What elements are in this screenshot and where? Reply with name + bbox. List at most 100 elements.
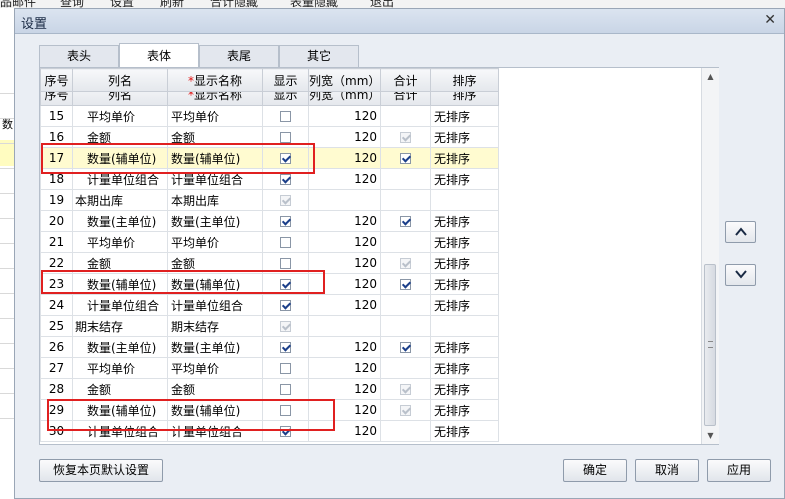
cell-width[interactable]: 120 xyxy=(308,168,381,190)
cell-width[interactable]: 120 xyxy=(308,105,381,127)
bg-menu-item[interactable]: 合计隐藏 xyxy=(210,0,258,8)
show-checkbox[interactable] xyxy=(280,300,291,311)
table-row[interactable]: 21 平均单价 平均单价 120 无排序 xyxy=(40,231,499,253)
cell-sort[interactable]: 无排序 xyxy=(430,399,499,421)
cell-sort[interactable]: 无排序 xyxy=(430,294,499,316)
table-row[interactable]: 28 金额 金额 120 无排序 xyxy=(40,378,499,400)
table-row[interactable]: 22 金额 金额 120 无排序 xyxy=(40,252,499,274)
cell-sort[interactable]: 无排序 xyxy=(430,273,499,295)
total-checkbox[interactable] xyxy=(400,279,411,290)
show-checkbox[interactable] xyxy=(280,132,291,143)
table-row[interactable]: 15 平均单价 平均单价 120 无排序 xyxy=(40,105,499,127)
show-checkbox[interactable] xyxy=(280,342,291,353)
col-header-width-sticky[interactable]: 列宽（mm） xyxy=(308,68,381,92)
cell-sort[interactable] xyxy=(430,315,499,337)
cell-display-name[interactable]: 平均单价 xyxy=(167,105,263,127)
cell-display-name[interactable]: 金额 xyxy=(167,378,263,400)
cell-sort[interactable]: 无排序 xyxy=(430,105,499,127)
scroll-up-arrow-icon[interactable]: ▲ xyxy=(702,68,719,85)
show-checkbox[interactable] xyxy=(280,258,291,269)
scroll-thumb[interactable] xyxy=(704,264,716,426)
move-up-button[interactable] xyxy=(725,221,756,243)
cell-display-name[interactable]: 数量(辅单位) xyxy=(167,273,263,295)
show-checkbox[interactable] xyxy=(280,237,291,248)
col-header-seq-sticky[interactable]: 序号 xyxy=(40,68,73,92)
table-row[interactable]: 26 数量(主单位) 数量(主单位) 120 无排序 xyxy=(40,336,499,358)
cell-display-name[interactable]: 数量(主单位) xyxy=(167,210,263,232)
col-header-show-sticky[interactable]: 显示 xyxy=(262,68,309,92)
col-header-display-sticky[interactable]: *显示名称 xyxy=(167,68,263,92)
cell-sort[interactable]: 无排序 xyxy=(430,147,499,169)
cell-display-name[interactable]: 计量单位组合 xyxy=(167,168,263,190)
show-checkbox[interactable] xyxy=(280,153,291,164)
apply-button[interactable]: 应用 xyxy=(707,459,771,482)
show-checkbox[interactable] xyxy=(280,363,291,374)
table-row[interactable]: 20 数量(主单位) 数量(主单位) 120 无排序 xyxy=(40,210,499,232)
cell-display-name[interactable]: 计量单位组合 xyxy=(167,294,263,316)
cell-width[interactable]: 120 xyxy=(308,126,381,148)
cell-display-name[interactable]: 数量(辅单位) xyxy=(167,399,263,421)
total-checkbox[interactable] xyxy=(400,342,411,353)
table-row[interactable]: 16 金额 金额 120 无排序 xyxy=(40,126,499,148)
table-row[interactable]: 18 计量单位组合 计量单位组合 120 无排序 xyxy=(40,168,499,190)
table-row[interactable]: 25 期末结存 期末结存 xyxy=(40,315,499,337)
table-row[interactable]: 30 计量单位组合 计量单位组合 120 无排序 xyxy=(40,420,499,442)
cell-sort[interactable]: 无排序 xyxy=(430,378,499,400)
table-row[interactable]: 17 数量(辅单位) 数量(辅单位) 120 无排序 xyxy=(40,147,499,169)
cell-width[interactable]: 120 xyxy=(308,336,381,358)
tab-other[interactable]: 其它 xyxy=(279,45,359,67)
total-checkbox[interactable] xyxy=(400,216,411,227)
cell-width[interactable] xyxy=(308,189,381,211)
close-icon[interactable]: ✕ xyxy=(764,12,776,28)
tab-header[interactable]: 表头 xyxy=(39,45,119,67)
cell-display-name[interactable]: 期末结存 xyxy=(167,315,263,337)
restore-defaults-button[interactable]: 恢复本页默认设置 xyxy=(39,459,163,482)
show-checkbox[interactable] xyxy=(280,405,291,416)
cell-width[interactable]: 120 xyxy=(308,378,381,400)
scroll-down-arrow-icon[interactable]: ▼ xyxy=(702,427,719,444)
cell-width[interactable]: 120 xyxy=(308,399,381,421)
cell-display-name[interactable]: 平均单价 xyxy=(167,357,263,379)
cell-width[interactable]: 120 xyxy=(308,420,381,442)
total-checkbox[interactable] xyxy=(400,153,411,164)
cell-display-name[interactable]: 本期出库 xyxy=(167,189,263,211)
tab-footer[interactable]: 表尾 xyxy=(199,45,279,67)
col-header-total-sticky[interactable]: 合计 xyxy=(380,68,431,92)
cell-width[interactable]: 120 xyxy=(308,357,381,379)
cell-display-name[interactable]: 平均单价 xyxy=(167,231,263,253)
table-row[interactable]: 23 数量(辅单位) 数量(辅单位) 120 无排序 xyxy=(40,273,499,295)
cell-sort[interactable]: 无排序 xyxy=(430,231,499,253)
cell-display-name[interactable]: 数量(主单位) xyxy=(167,336,263,358)
bg-menu-item[interactable]: 品邮件 xyxy=(0,0,36,8)
cell-width[interactable] xyxy=(308,315,381,337)
col-header-sort-sticky[interactable]: 排序 xyxy=(430,68,499,92)
cell-sort[interactable] xyxy=(430,189,499,211)
cell-display-name[interactable]: 金额 xyxy=(167,252,263,274)
cell-display-name[interactable]: 数量(辅单位) xyxy=(167,147,263,169)
cell-sort[interactable]: 无排序 xyxy=(430,168,499,190)
ok-button[interactable]: 确定 xyxy=(563,459,627,482)
table-row[interactable]: 27 平均单价 平均单价 120 无排序 xyxy=(40,357,499,379)
dialog-titlebar[interactable]: 设置 ✕ xyxy=(15,9,784,34)
bg-menu-item[interactable]: 设置 xyxy=(110,0,134,8)
tab-body[interactable]: 表体 xyxy=(119,43,199,67)
show-checkbox[interactable] xyxy=(280,111,291,122)
bg-menu-item[interactable]: 退出 xyxy=(370,0,394,8)
cancel-button[interactable]: 取消 xyxy=(635,459,699,482)
vertical-scrollbar[interactable]: ▲ ▼ xyxy=(701,68,719,444)
cell-width[interactable]: 120 xyxy=(308,273,381,295)
cell-sort[interactable]: 无排序 xyxy=(430,420,499,442)
show-checkbox[interactable] xyxy=(280,279,291,290)
table-row[interactable]: 24 计量单位组合 计量单位组合 120 无排序 xyxy=(40,294,499,316)
table-row[interactable]: 19 本期出库 本期出库 xyxy=(40,189,499,211)
cell-sort[interactable]: 无排序 xyxy=(430,252,499,274)
table-row[interactable]: 29 数量(辅单位) 数量(辅单位) 120 无排序 xyxy=(40,399,499,421)
cell-sort[interactable]: 无排序 xyxy=(430,336,499,358)
show-checkbox[interactable] xyxy=(280,174,291,185)
show-checkbox[interactable] xyxy=(280,426,291,437)
show-checkbox[interactable] xyxy=(280,384,291,395)
show-checkbox[interactable] xyxy=(280,216,291,227)
cell-width[interactable]: 120 xyxy=(308,294,381,316)
cell-display-name[interactable]: 计量单位组合 xyxy=(167,420,263,442)
cell-sort[interactable]: 无排序 xyxy=(430,126,499,148)
